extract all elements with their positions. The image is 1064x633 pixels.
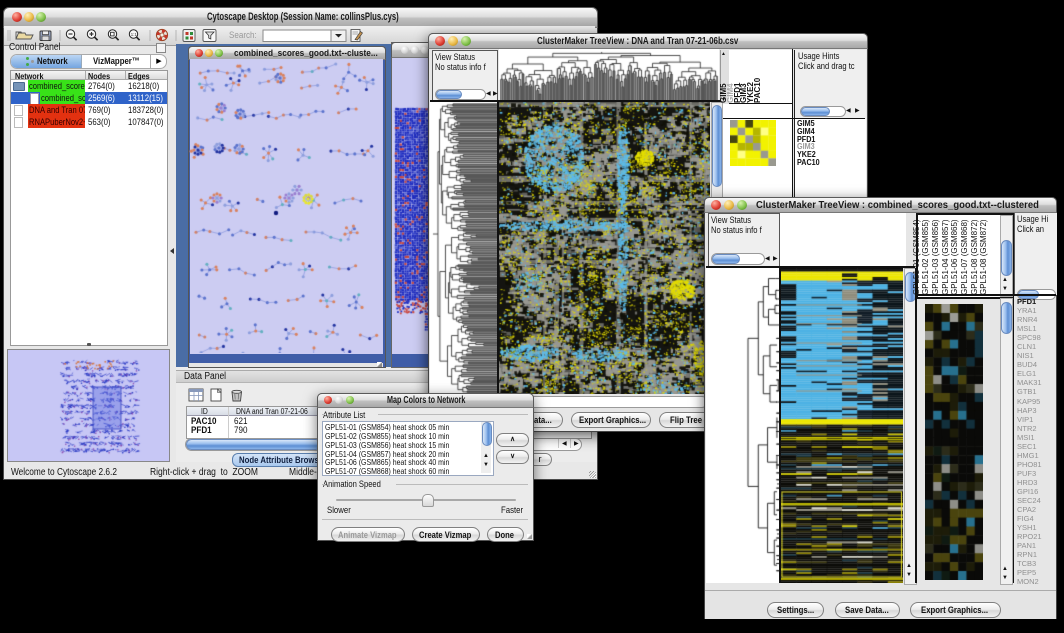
svg-text:Search:: Search:	[229, 29, 257, 40]
svg-text:1:1: 1:1	[131, 32, 138, 37]
